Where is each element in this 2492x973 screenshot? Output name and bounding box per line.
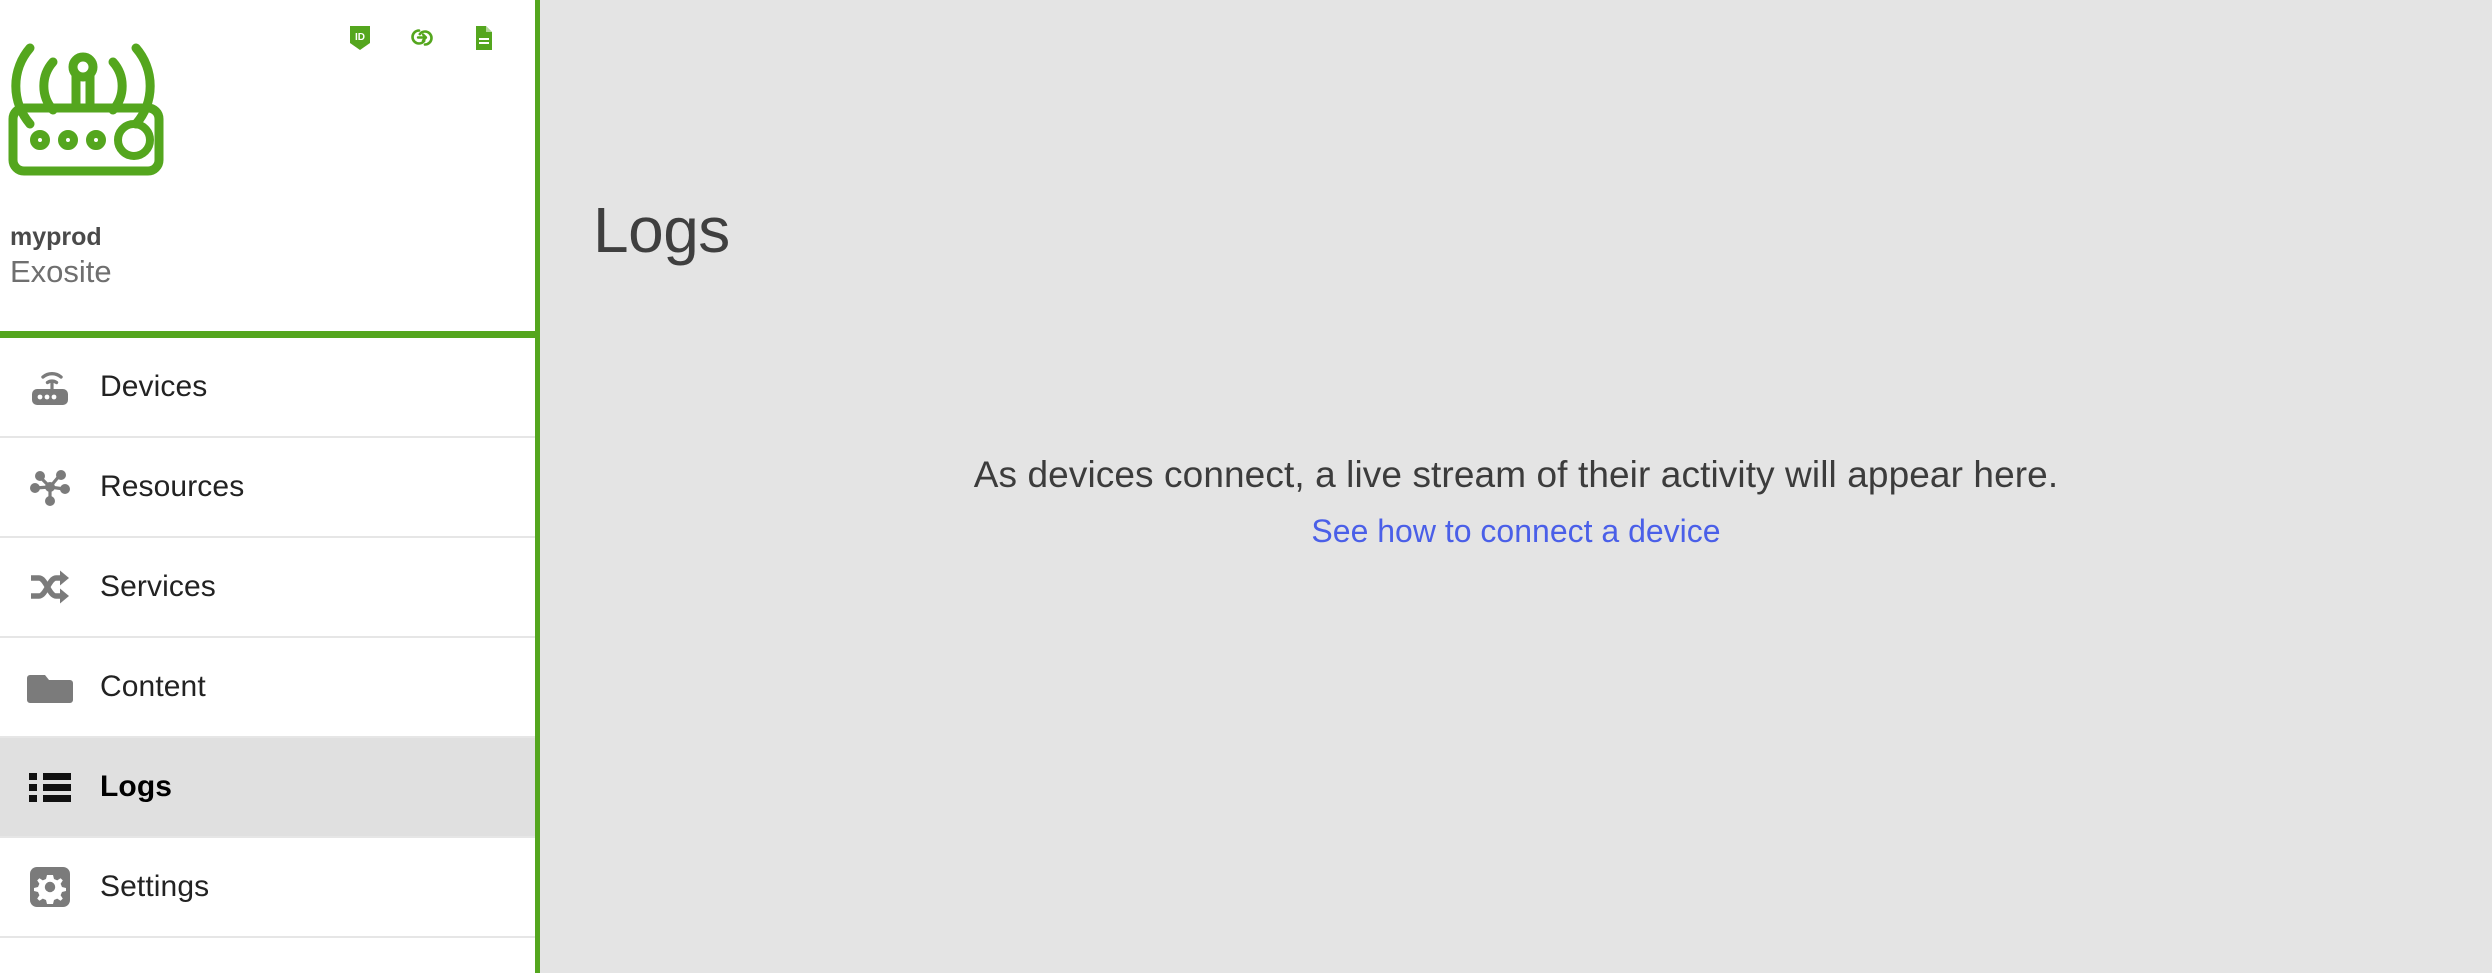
sidebar-item-devices[interactable]: Devices: [0, 338, 535, 438]
empty-state-message: As devices connect, a live stream of the…: [973, 454, 2059, 495]
connect-device-link[interactable]: See how to connect a device: [1311, 511, 1720, 551]
sidebar-item-content[interactable]: Content: [0, 638, 535, 738]
organization-name: Exosite: [10, 254, 112, 289]
main-content: Logs As devices connect, a live stream o…: [540, 0, 2492, 973]
list-icon: [0, 768, 100, 806]
brand-accent-rule: [0, 331, 535, 338]
sidebar-item-label: Settings: [100, 870, 210, 903]
sidebar-item-label: Devices: [100, 370, 208, 403]
svg-text:ID: ID: [355, 32, 365, 43]
shuffle-icon: [0, 567, 100, 607]
sidebar-item-resources[interactable]: Resources: [0, 438, 535, 538]
brand-text: myprod Exosite: [10, 222, 112, 291]
hub-nodes-icon: [0, 464, 100, 510]
product-name: myprod: [10, 223, 102, 251]
link-chain-icon[interactable]: [407, 22, 437, 54]
quick-action-icons: ID: [345, 22, 499, 54]
sidebar-item-logs[interactable]: Logs: [0, 738, 535, 838]
document-icon[interactable]: [469, 22, 499, 54]
app-root: ID myprod Exosite Devices Resources Serv…: [0, 0, 2492, 973]
gear-icon: [0, 865, 100, 909]
router-icon: [0, 366, 100, 408]
empty-state: As devices connect, a live stream of the…: [540, 452, 2492, 551]
router-gateway-icon: [8, 22, 198, 202]
sidebar-item-label: Content: [100, 670, 206, 703]
sidebar-item-label: Services: [100, 570, 216, 603]
id-badge-icon[interactable]: ID: [345, 22, 375, 54]
page-title: Logs: [593, 193, 730, 266]
sidebar: ID myprod Exosite Devices Resources Serv…: [0, 0, 540, 973]
sidebar-nav: Devices Resources Services Content Logs …: [0, 338, 535, 973]
sidebar-item-label: Resources: [100, 470, 245, 503]
sidebar-item-services[interactable]: Services: [0, 538, 535, 638]
sidebar-item-label: Logs: [100, 770, 173, 803]
brand-header: ID myprod Exosite: [0, 0, 535, 331]
sidebar-item-settings[interactable]: Settings: [0, 838, 535, 938]
folder-icon: [0, 667, 100, 707]
